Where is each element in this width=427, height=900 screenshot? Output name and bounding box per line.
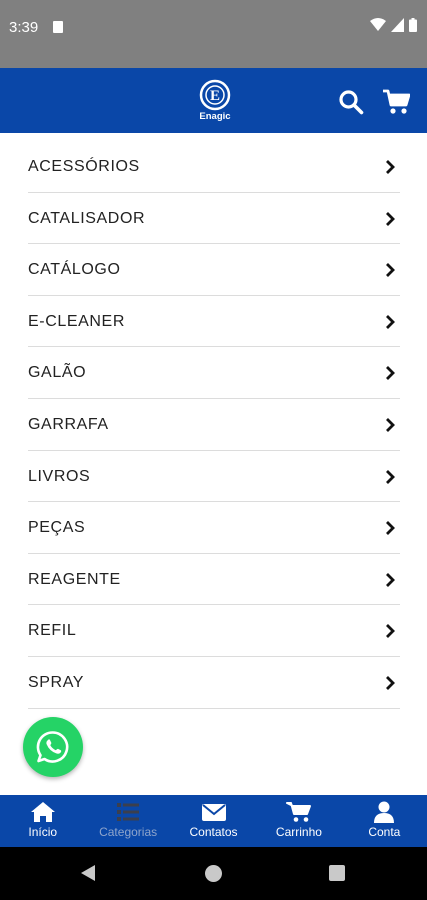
logo-text: Enagic (199, 111, 230, 122)
category-label: CATÁLOGO (28, 261, 121, 279)
category-item[interactable]: CATALISADOR (28, 193, 400, 245)
status-icons (370, 18, 417, 32)
category-item[interactable]: LIVROS (28, 451, 400, 503)
app-header: E Enagic (0, 68, 427, 133)
envelope-icon (201, 804, 226, 821)
category-label: E-CLEANER (28, 312, 125, 330)
category-item[interactable]: GALÃO (28, 347, 400, 399)
home-button[interactable] (205, 865, 222, 882)
wifi-icon (370, 18, 386, 31)
whatsapp-button[interactable] (23, 717, 83, 777)
nav-label-contatos: Contatos (189, 825, 238, 839)
nav-categorias[interactable]: Categorias (85, 795, 170, 847)
chevron-right-icon (386, 263, 395, 278)
chevron-right-icon (386, 211, 395, 226)
category-item[interactable]: REAGENTE (28, 554, 400, 606)
chevron-right-icon (386, 572, 395, 587)
signal-icon (391, 18, 404, 32)
chevron-right-icon (386, 314, 395, 329)
nav-contatos[interactable]: Contatos (171, 795, 256, 847)
system-nav-bar (0, 847, 427, 900)
nav-label-inicio: Início (28, 825, 58, 839)
category-item[interactable]: CATÁLOGO (28, 244, 400, 296)
search-icon[interactable] (338, 89, 364, 115)
category-list: ACESSÓRIOS CATALISADOR CATÁLOGO E-CLEANER GA… (0, 141, 427, 709)
category-label: SPRAY (28, 673, 85, 691)
enagic-logo[interactable]: E Enagic (193, 78, 237, 122)
category-label: PEÇAS (28, 519, 86, 537)
nav-label-carrinho: Carrinho (275, 825, 322, 839)
bottom-nav: Início Categorias Contatos Carrinho Cont… (0, 795, 427, 847)
list-icon (117, 803, 140, 821)
sim-card-icon (53, 21, 63, 33)
status-time: 3:39 (9, 19, 39, 36)
chevron-right-icon (386, 366, 395, 381)
home-icon (30, 802, 55, 822)
category-label: LIVROS (28, 467, 91, 485)
category-label: GALÃO (28, 364, 87, 382)
nav-conta[interactable]: Conta (342, 795, 427, 847)
chevron-right-icon (386, 521, 395, 536)
category-label: REFIL (28, 622, 77, 640)
category-item[interactable]: PEÇAS (28, 502, 400, 554)
chevron-right-icon (386, 160, 395, 174)
recents-button[interactable] (329, 865, 345, 881)
category-label: REAGENTE (28, 570, 121, 588)
whatsapp-icon (36, 731, 69, 763)
chevron-right-icon (386, 624, 395, 639)
category-item[interactable]: GARRAFA (28, 399, 400, 451)
category-label: GARRAFA (28, 415, 109, 433)
category-item[interactable]: REFIL (28, 605, 400, 657)
cart-icon[interactable] (382, 89, 410, 115)
chevron-right-icon (386, 469, 395, 484)
battery-icon (409, 18, 417, 32)
category-item[interactable]: E-CLEANER (28, 296, 400, 348)
user-icon (374, 801, 395, 823)
category-item[interactable]: ACESSÓRIOS (28, 141, 400, 193)
chevron-right-icon (386, 417, 395, 432)
cart-icon (285, 802, 311, 822)
nav-label-categorias: Categorias (99, 825, 158, 839)
nav-carrinho[interactable]: Carrinho (256, 795, 341, 847)
category-label: CATALISADOR (28, 209, 146, 227)
category-item[interactable]: SPRAY (28, 657, 400, 709)
status-bar: 3:39 (0, 0, 427, 68)
back-icon[interactable] (80, 864, 96, 882)
chevron-right-icon (386, 675, 395, 690)
nav-label-conta: Conta (368, 825, 401, 839)
category-label: ACESSÓRIOS (28, 158, 140, 175)
nav-inicio[interactable]: Início (0, 795, 85, 847)
svg-text:E: E (210, 88, 220, 104)
